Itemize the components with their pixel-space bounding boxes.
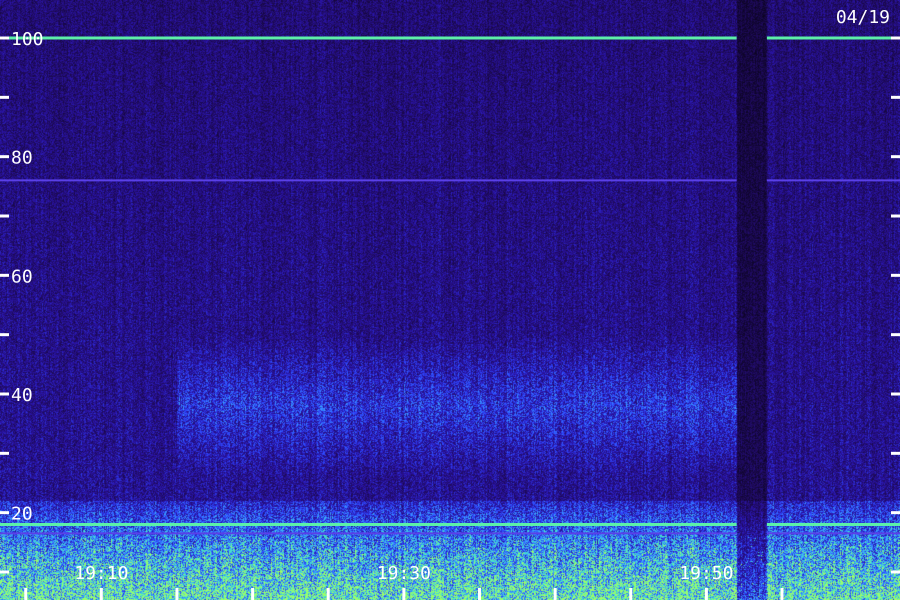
- y-tick-label: 40: [11, 385, 33, 406]
- date-label: 04/19: [836, 7, 890, 28]
- y-axis: 20 40 60 80 100: [0, 29, 900, 574]
- x-tick-label: 19:10: [74, 563, 128, 584]
- y-tick-label: 100: [11, 29, 44, 50]
- y-tick-label: 60: [11, 266, 33, 287]
- x-axis: 19:10 19:30 19:50: [24, 563, 784, 600]
- x-tick-label: 19:30: [377, 563, 431, 584]
- spectrogram-chart: 20 40 60 80 100 19:10 19:30 19:50 04/19: [0, 0, 900, 600]
- chart-overlay: 20 40 60 80 100 19:10 19:30 19:50 04/19: [0, 7, 900, 600]
- y-tick-label: 80: [11, 148, 33, 169]
- x-tick-label: 19:50: [679, 563, 733, 584]
- y-tick-label: 20: [11, 504, 33, 525]
